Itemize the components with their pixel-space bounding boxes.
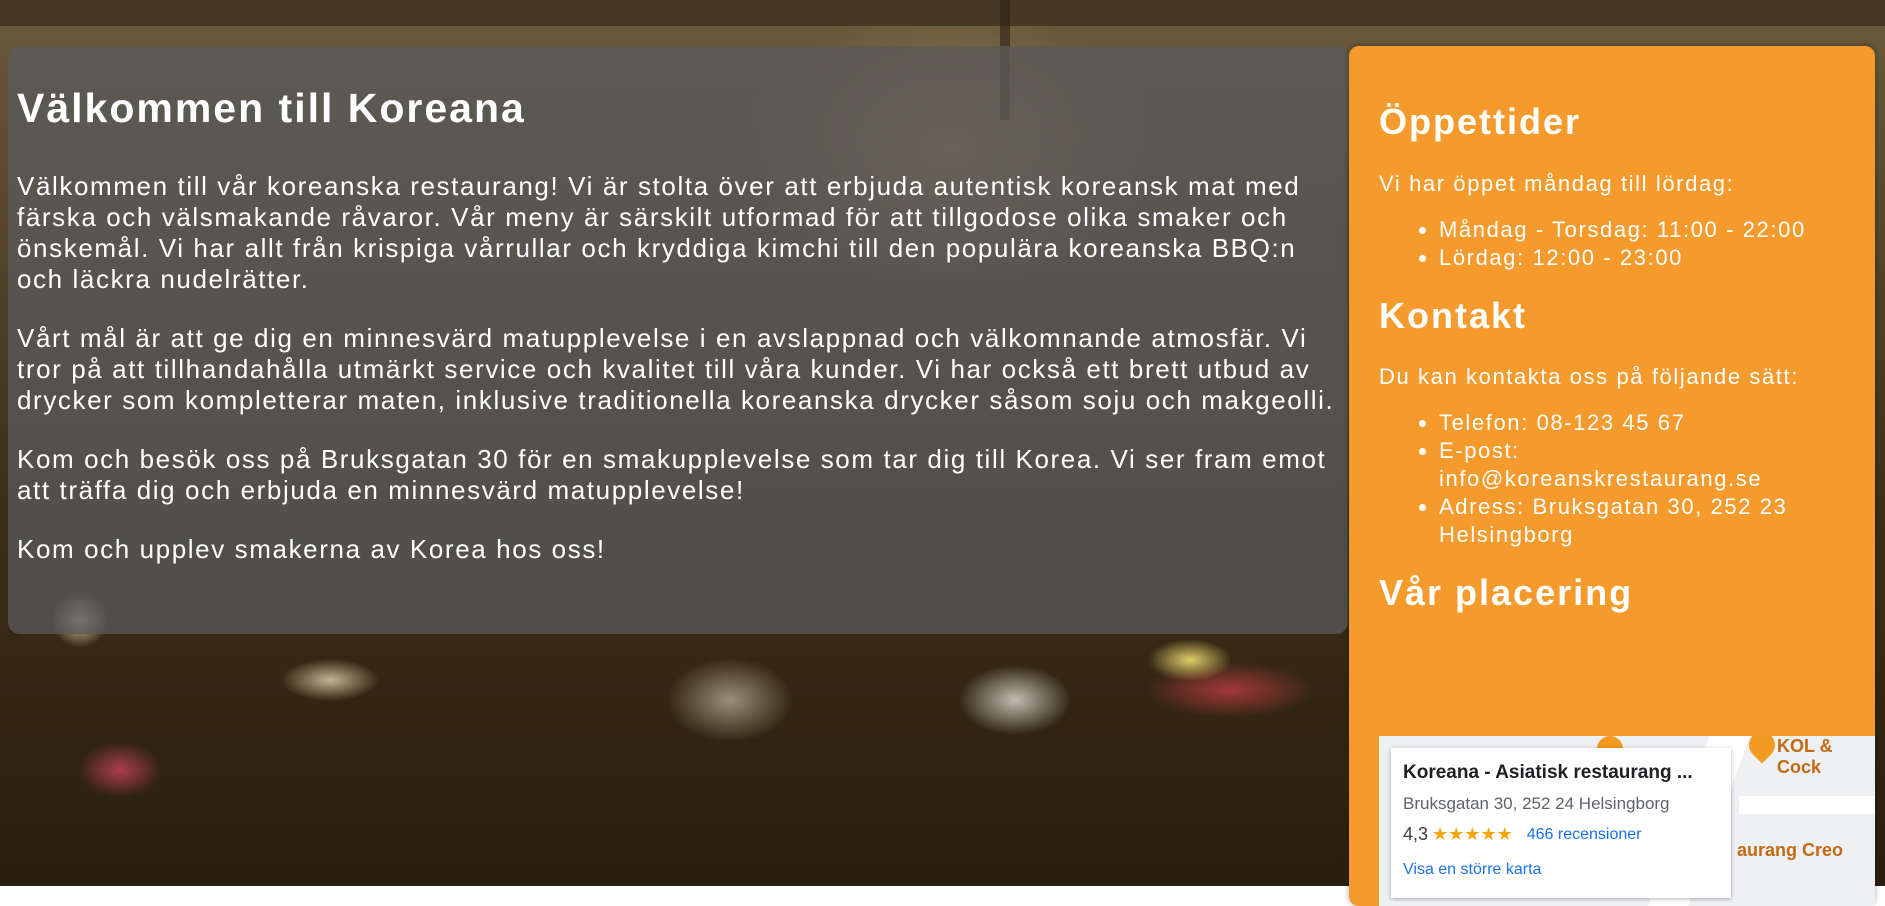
opening-hours-list: Måndag - Torsdag: 11:00 - 22:00 Lördag: … (1379, 216, 1845, 272)
contact-email: E-post: info@koreanskrestaurang.se (1439, 437, 1845, 493)
map-road (1739, 796, 1875, 814)
place-name[interactable]: Koreana - Asiatisk restaurang ... (1403, 762, 1719, 784)
opening-hours-intro: Vi har öppet måndag till lördag: (1379, 170, 1735, 196)
contact-phone: Telefon: 08-123 45 67 (1439, 409, 1845, 437)
larger-map-link[interactable]: Visa en större karta (1403, 861, 1719, 879)
contact-list: Telefon: 08-123 45 67 E-post: info@korea… (1379, 409, 1845, 549)
map-poi-label[interactable]: aurang Creo (1737, 840, 1843, 861)
hours-saturday: Lördag: 12:00 - 23:00 (1439, 244, 1845, 272)
contact-heading: Kontakt (1379, 294, 1527, 336)
map-poi-icon[interactable] (1743, 736, 1781, 764)
rating-value: 4,3 (1403, 824, 1429, 844)
place-address: Bruksgatan 30, 252 24 Helsingborg (1403, 794, 1670, 813)
location-heading: Vår placering (1379, 572, 1634, 614)
google-map-embed[interactable]: KOL & Cock aurang Creo Koreana - Asiatis… (1379, 736, 1875, 906)
contact-address: Adress: Bruksgatan 30, 252 23 Helsingbor… (1439, 493, 1845, 549)
contact-intro: Du kan kontakta oss på följande sätt: (1379, 364, 1799, 390)
welcome-panel: Välkommen till Koreana Välkommen till vå… (8, 46, 1348, 634)
star-rating-icon: ★★★★★ (1432, 824, 1513, 844)
visit-paragraph: Kom och besök oss på Bruksgatan 30 för e… (17, 444, 1327, 506)
reviews-link[interactable]: 466 recensioner (1527, 826, 1642, 844)
place-info-card: Koreana - Asiatisk restaurang ... Bruksg… (1391, 748, 1731, 898)
opening-hours-heading: Öppettider (1379, 101, 1582, 142)
closing-paragraph: Kom och upplev smakerna av Korea hos oss… (17, 534, 606, 565)
map-poi-label[interactable]: KOL & Cock (1777, 736, 1875, 778)
page-title: Välkommen till Koreana (17, 85, 526, 131)
intro-paragraph: Välkommen till vår koreanska restaurang!… (17, 171, 1301, 295)
ceiling-beam (0, 0, 1885, 26)
place-rating-row: 4,3 ★★★★★ 466 recensioner (1403, 824, 1719, 845)
info-sidebar: Öppettider Vi har öppet måndag till lörd… (1349, 46, 1875, 906)
goal-paragraph: Vårt mål är att ge dig en minnesvärd mat… (17, 323, 1335, 416)
hours-weekdays: Måndag - Torsdag: 11:00 - 22:00 (1439, 216, 1845, 244)
